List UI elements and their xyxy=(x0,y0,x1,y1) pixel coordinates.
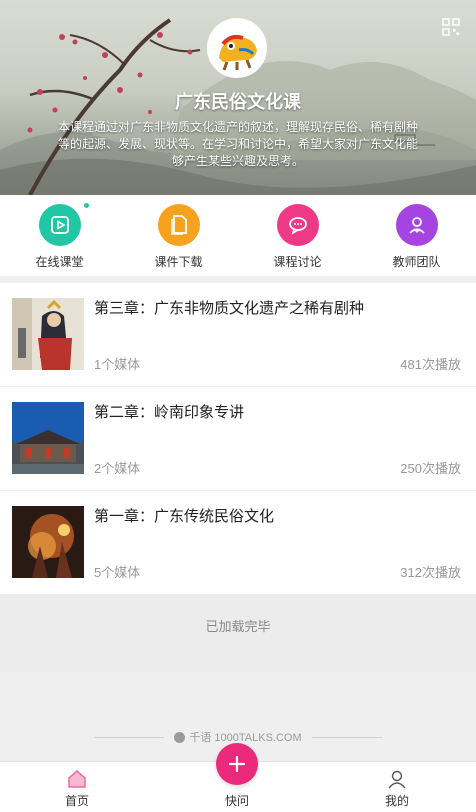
play-count: 250次播放 xyxy=(400,461,461,476)
chapter-thumbnail xyxy=(12,402,84,474)
course-header: 广东民俗文化课 本课程通过对广东非物质文化遗产的叙述，理解现存民俗、稀有剧种等的… xyxy=(0,0,476,195)
media-count: 5个媒体 xyxy=(94,565,141,580)
qr-code-icon[interactable] xyxy=(442,18,460,36)
plus-icon xyxy=(228,755,246,773)
teacher-icon xyxy=(395,204,438,246)
divider xyxy=(94,736,165,738)
course-menu: 在线课堂 课件下载 课程讨论 教师团队 xyxy=(0,195,476,276)
menu-label: 在线课堂 xyxy=(35,255,84,269)
chapter-title: 第三章：广东非物质文化遗产之稀有剧种 xyxy=(94,300,365,317)
media-count: 2个媒体 xyxy=(94,461,141,476)
user-icon xyxy=(388,770,406,789)
document-icon xyxy=(157,204,200,246)
new-badge-dot xyxy=(82,201,91,210)
brand-text: 千语 1000TALKS.COM xyxy=(189,732,302,744)
chapter-thumbnail xyxy=(12,506,84,578)
tab-label: 我的 xyxy=(384,794,409,808)
tab-label: 快问 xyxy=(224,794,249,808)
chapter-thumbnail xyxy=(12,298,84,370)
chapter-title: 第二章：岭南印象专讲 xyxy=(94,404,245,421)
course-title: 广东民俗文化课 xyxy=(175,92,301,112)
play-count: 481次播放 xyxy=(400,357,461,372)
home-icon xyxy=(68,770,86,788)
menu-course-discussion[interactable]: 课程讨论 xyxy=(238,195,357,276)
menu-label: 课程讨论 xyxy=(273,255,322,269)
menu-courseware-download[interactable]: 课件下载 xyxy=(119,195,238,276)
brand-logo-icon xyxy=(174,731,186,743)
menu-label: 教师团队 xyxy=(392,255,441,269)
menu-online-class[interactable]: 在线课堂 xyxy=(0,195,119,276)
chapter-title: 第一章：广东传统民俗文化 xyxy=(94,508,275,525)
course-description: 本课程通过对广东非物质文化遗产的叙述，理解现存民俗、稀有剧种等的起源、发展、现状… xyxy=(58,120,419,168)
list-item[interactable]: 第三章：广东非物质文化遗产之稀有剧种 1个媒体 481次播放 xyxy=(0,283,476,387)
tab-home[interactable]: 首页 xyxy=(37,762,117,812)
chapter-list: 第三章：广东非物质文化遗产之稀有剧种 1个媒体 481次播放 第二章：岭南印象专… xyxy=(0,283,476,595)
play-count: 312次播放 xyxy=(400,565,461,580)
menu-label: 课件下载 xyxy=(154,255,203,269)
load-complete-text: 已加载完毕 xyxy=(0,596,476,672)
tab-label: 首页 xyxy=(64,794,89,808)
divider xyxy=(311,736,382,738)
course-avatar xyxy=(207,18,267,78)
quick-ask-plus-button[interactable] xyxy=(216,743,258,785)
chat-icon xyxy=(276,204,319,246)
tab-mine[interactable]: 我的 xyxy=(357,762,437,812)
media-count: 1个媒体 xyxy=(94,357,141,372)
list-item[interactable]: 第二章：岭南印象专讲 2个媒体 250次播放 xyxy=(0,387,476,491)
video-icon xyxy=(38,204,81,246)
menu-teacher-team[interactable]: 教师团队 xyxy=(357,195,476,276)
list-item[interactable]: 第一章：广东传统民俗文化 5个媒体 312次播放 xyxy=(0,491,476,595)
